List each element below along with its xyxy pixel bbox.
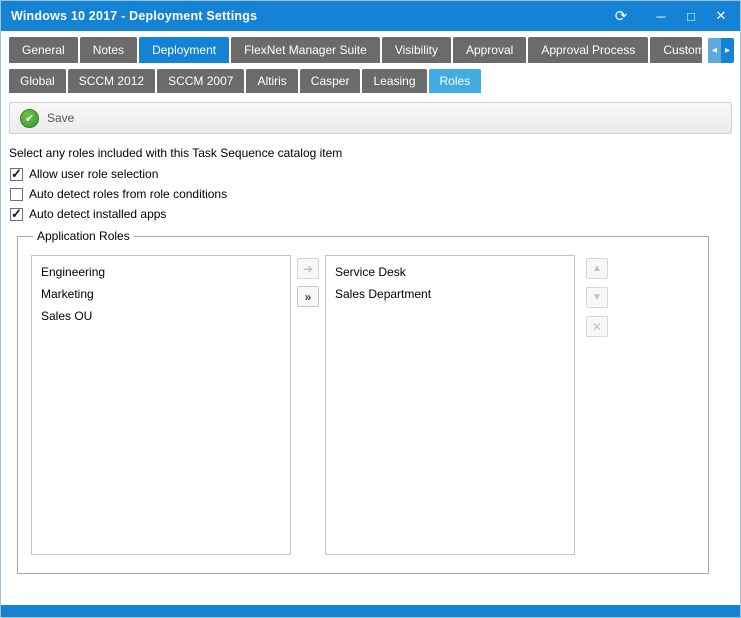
tab-approval-process[interactable]: Approval Process [528, 37, 648, 63]
order-buttons: ▲ ▼ ✕ [579, 255, 615, 555]
maximize-button[interactable]: □ [676, 4, 706, 28]
application-roles-group: Application Roles Engineering Marketing … [17, 229, 709, 574]
checkbox-label: Auto detect installed apps [29, 207, 166, 221]
checkbox-label: Auto detect roles from role conditions [29, 187, 227, 201]
move-down-button[interactable]: ▼ [586, 287, 608, 308]
subtab-roles[interactable]: Roles [429, 69, 482, 93]
title-bar: Windows 10 2017 - Deployment Settings ⟳ … [1, 1, 740, 31]
instruction-text: Select any roles included with this Task… [9, 146, 732, 160]
move-all-right-button[interactable]: » [297, 286, 319, 307]
available-roles-list[interactable]: Engineering Marketing Sales OU [31, 255, 291, 555]
primary-tab-strip: General Notes Deployment FlexNet Manager… [1, 31, 740, 63]
move-buttons: ➜ » [291, 255, 325, 555]
scroll-tabs-left-icon[interactable]: ◂ [708, 38, 721, 63]
application-roles-legend: Application Roles [33, 229, 134, 243]
toolbar: ✔ Save [9, 102, 732, 134]
window-title: Windows 10 2017 - Deployment Settings [11, 9, 606, 23]
tab-notes[interactable]: Notes [80, 37, 137, 63]
checkbox-auto-detect-roles[interactable]: Auto detect roles from role conditions [10, 187, 732, 201]
save-button[interactable]: ✔ Save [20, 109, 74, 128]
tab-flexnet-manager-suite[interactable]: FlexNet Manager Suite [231, 37, 380, 63]
close-button[interactable]: ✕ [706, 4, 736, 28]
selected-roles-list[interactable]: Service Desk Sales Department [325, 255, 575, 555]
window-footer-bar [1, 605, 740, 617]
move-up-button[interactable]: ▲ [586, 258, 608, 279]
tab-visibility[interactable]: Visibility [382, 37, 451, 63]
secondary-tab-strip: Global SCCM 2012 SCCM 2007 Altiris Caspe… [1, 63, 740, 93]
deployment-settings-window: Windows 10 2017 - Deployment Settings ⟳ … [0, 0, 741, 618]
subtab-casper[interactable]: Casper [300, 69, 361, 93]
subtab-sccm-2007[interactable]: SCCM 2007 [157, 69, 244, 93]
save-check-icon: ✔ [20, 109, 39, 128]
tab-deployment[interactable]: Deployment [139, 37, 229, 63]
subtab-sccm-2012[interactable]: SCCM 2012 [68, 69, 155, 93]
list-item[interactable]: Marketing [32, 283, 290, 305]
subtab-leasing[interactable]: Leasing [362, 69, 426, 93]
checkbox-label: Allow user role selection [29, 167, 158, 181]
scroll-tabs-right-icon[interactable]: ▸ [721, 38, 734, 63]
list-item[interactable]: Sales Department [326, 283, 574, 305]
tab-custom[interactable]: Custom [650, 37, 702, 63]
checkbox-icon [10, 188, 23, 201]
tab-general[interactable]: General [9, 37, 78, 63]
tab-approval[interactable]: Approval [453, 37, 526, 63]
checkbox-icon [10, 168, 23, 181]
save-button-label: Save [47, 111, 74, 125]
checkbox-icon [10, 208, 23, 221]
tab-scroller: ◂ ▸ [708, 38, 734, 63]
list-item[interactable]: Service Desk [326, 261, 574, 283]
move-right-button[interactable]: ➜ [297, 258, 319, 279]
refresh-icon[interactable]: ⟳ [606, 4, 636, 28]
list-item[interactable]: Engineering [32, 261, 290, 283]
subtab-global[interactable]: Global [9, 69, 66, 93]
subtab-altiris[interactable]: Altiris [246, 69, 297, 93]
minimize-button[interactable]: ─ [646, 4, 676, 28]
list-item[interactable]: Sales OU [32, 305, 290, 327]
remove-button[interactable]: ✕ [586, 316, 608, 337]
checkbox-allow-user-role-selection[interactable]: Allow user role selection [10, 167, 732, 181]
roles-panel: Select any roles included with this Task… [1, 134, 740, 574]
checkbox-auto-detect-installed-apps[interactable]: Auto detect installed apps [10, 207, 732, 221]
